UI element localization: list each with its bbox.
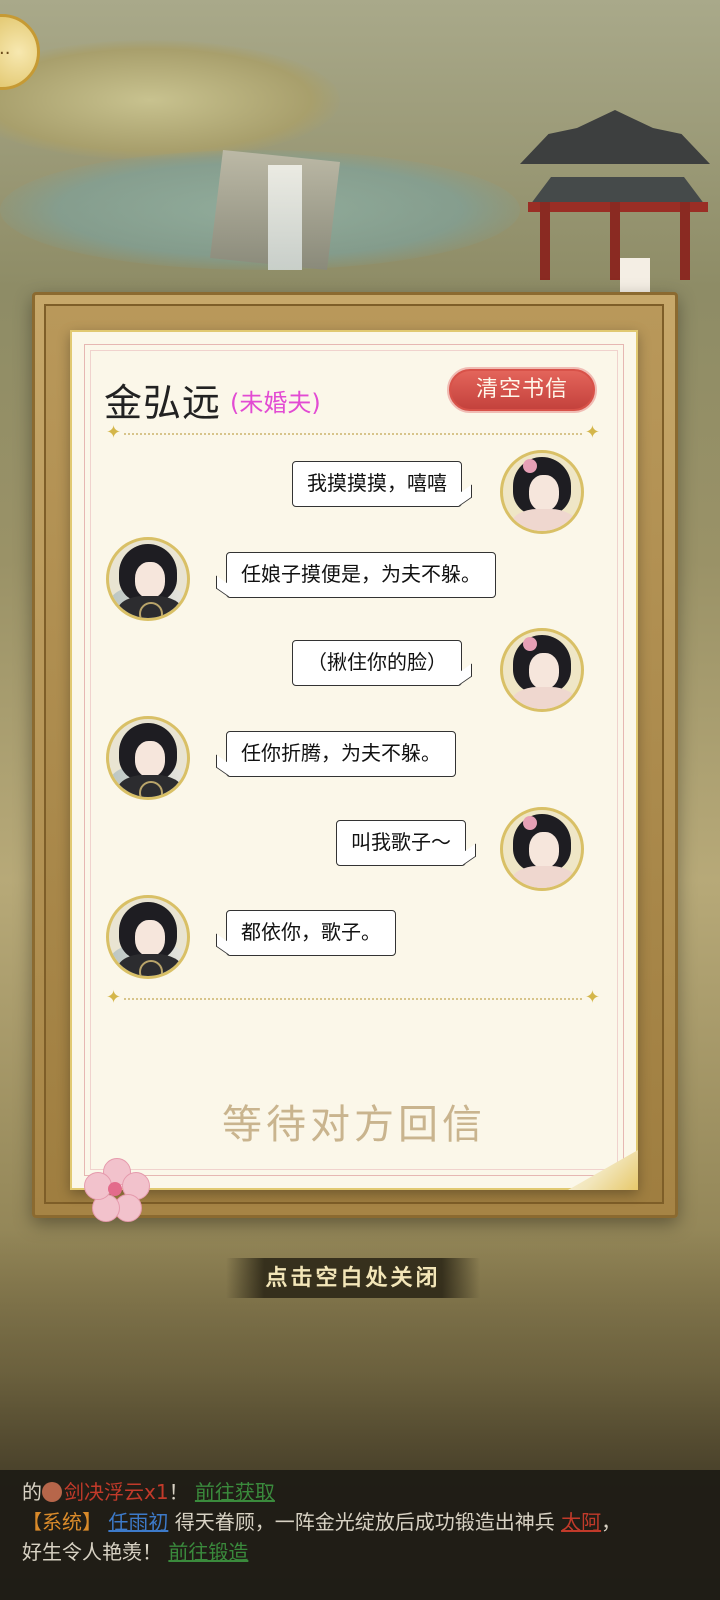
- divider-bottom: ✦ ✦: [106, 987, 600, 1008]
- item-icon: [42, 1482, 62, 1502]
- pavilion-decor: [520, 110, 710, 280]
- clear-letters-button[interactable]: 清空书信: [447, 367, 597, 413]
- relation-tag: (未婚夫): [230, 389, 321, 417]
- partner-avatar[interactable]: [106, 537, 190, 621]
- partner-name: 金弘远: [104, 381, 222, 425]
- message-bubble-partner: 任你折腾，为夫不躲。: [226, 731, 456, 777]
- sparkle-icon: ✦: [106, 422, 122, 443]
- divider-top: ✦ ✦: [106, 422, 600, 443]
- message-bubble-partner: 都依你，歌子。: [226, 910, 396, 956]
- ticker-line-1: 的剑决浮云x1！ 前往获取: [22, 1476, 275, 1505]
- weapon-name-link[interactable]: 太阿: [561, 1510, 601, 1534]
- ticker-text: ！: [168, 1480, 195, 1504]
- player-avatar[interactable]: [500, 450, 584, 534]
- ticker-text: 好生令人艳羡！: [22, 1540, 162, 1564]
- hill-decor: [0, 40, 340, 160]
- plum-blossom-icon: [84, 1158, 150, 1222]
- ticker-text: 得天眷顾，一阵金光绽放后成功锻造出神兵: [174, 1510, 555, 1534]
- go-forge-link[interactable]: 前往锻造: [168, 1540, 248, 1564]
- ticker-text: ，: [601, 1510, 622, 1534]
- system-tag: 【系统】: [22, 1510, 102, 1534]
- sparkle-icon: ✦: [106, 987, 122, 1008]
- ticker-text: 的: [22, 1480, 42, 1504]
- tap-blank-to-close-hint[interactable]: 点击空白处关闭: [226, 1258, 480, 1298]
- item-name: 剑决浮云x1: [64, 1480, 169, 1504]
- system-broadcast-ticker: 的剑决浮云x1！ 前往获取 【系统】 任雨初 得天眷顾，一阵金光绽放后成功锻造出…: [0, 1470, 720, 1600]
- sparkle-icon: ✦: [584, 987, 600, 1008]
- waiting-reply-text: 等待对方回信: [222, 1102, 486, 1148]
- player-avatar[interactable]: [500, 807, 584, 891]
- player-avatar[interactable]: [500, 628, 584, 712]
- message-bubble-player: 叫我歌子～: [336, 820, 466, 866]
- partner-avatar[interactable]: [106, 895, 190, 979]
- player-name-link[interactable]: 任雨初: [108, 1510, 168, 1534]
- go-obtain-link[interactable]: 前往获取: [195, 1480, 275, 1504]
- message-bubble-partner: 任娘子摸便是，为夫不躲。: [226, 552, 496, 598]
- message-bubble-player: （揪住你的脸）: [292, 640, 462, 686]
- sparkle-icon: ✦: [584, 422, 600, 443]
- partner-avatar[interactable]: [106, 716, 190, 800]
- waterfall-decor: [268, 165, 302, 270]
- ticker-line-3: 好生令人艳羡！ 前往锻造: [22, 1536, 248, 1565]
- message-bubble-player: 我摸摸摸，嘻嘻: [292, 461, 462, 507]
- ticker-line-2: 【系统】 任雨初 得天眷顾，一阵金光绽放后成功锻造出神兵 太阿，: [22, 1506, 621, 1535]
